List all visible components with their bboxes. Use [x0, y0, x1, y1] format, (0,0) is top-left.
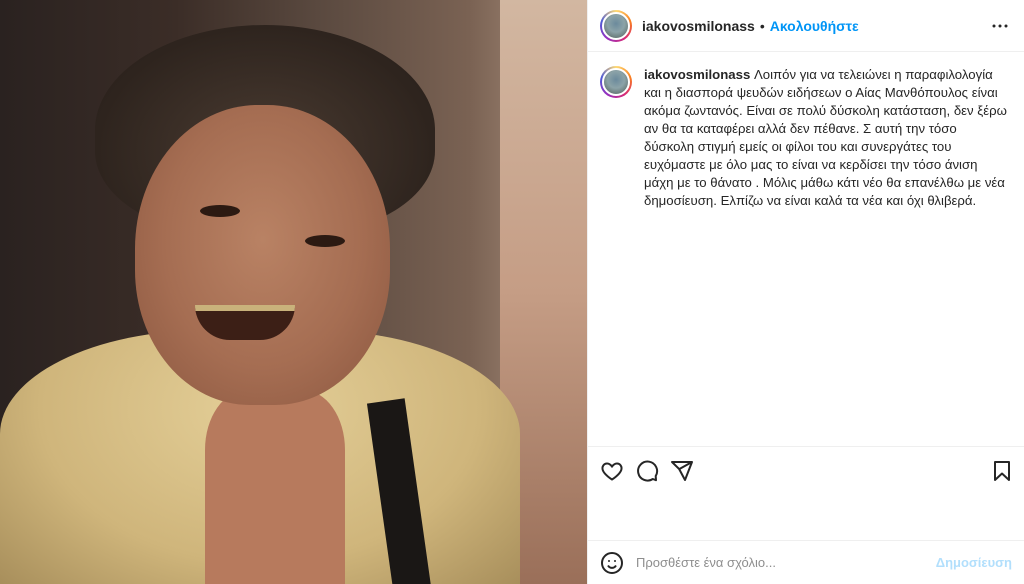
- send-icon[interactable]: [670, 459, 694, 483]
- caption-text-block: iakovosmilonass Λοιπόν για να τελειώνει …: [644, 66, 1008, 210]
- avatar[interactable]: [600, 9, 632, 42]
- photo-left-eye: [200, 205, 240, 217]
- post-header: iakovosmilonass • Ακολουθήστε: [588, 0, 1024, 52]
- follow-button[interactable]: Ακολουθήστε: [770, 18, 859, 34]
- comment-input[interactable]: [636, 555, 936, 570]
- photo-right-eye: [305, 235, 345, 247]
- comments-section: iakovosmilonass Λοιπόν για να τελειώνει …: [588, 52, 1024, 446]
- photo-neck: [205, 390, 345, 584]
- instagram-post: iakovosmilonass • Ακολουθήστε iakovosmil…: [0, 0, 1024, 584]
- header-separator: •: [759, 17, 765, 34]
- add-comment-bar: Δημοσίευση: [588, 540, 1024, 584]
- bookmark-icon[interactable]: [990, 459, 1014, 483]
- header-username[interactable]: iakovosmilonass: [642, 18, 755, 34]
- post-photo[interactable]: [0, 0, 587, 584]
- post-actions: [588, 446, 1024, 494]
- comment-icon[interactable]: [635, 459, 659, 483]
- post-comment-button[interactable]: Δημοσίευση: [936, 555, 1012, 570]
- emoji-icon[interactable]: [600, 551, 624, 575]
- caption-username[interactable]: iakovosmilonass: [644, 67, 750, 82]
- more-options-icon[interactable]: [988, 14, 1012, 38]
- heart-icon[interactable]: [600, 459, 624, 483]
- photo-face: [135, 105, 390, 405]
- caption-text: Λοιπόν για να τελειώνει η παραφιλολογία …: [644, 67, 1007, 208]
- post-side-panel: iakovosmilonass • Ακολουθήστε iakovosmil…: [587, 0, 1024, 584]
- post-caption: iakovosmilonass Λοιπόν για να τελειώνει …: [600, 66, 1008, 210]
- caption-avatar[interactable]: [600, 66, 632, 98]
